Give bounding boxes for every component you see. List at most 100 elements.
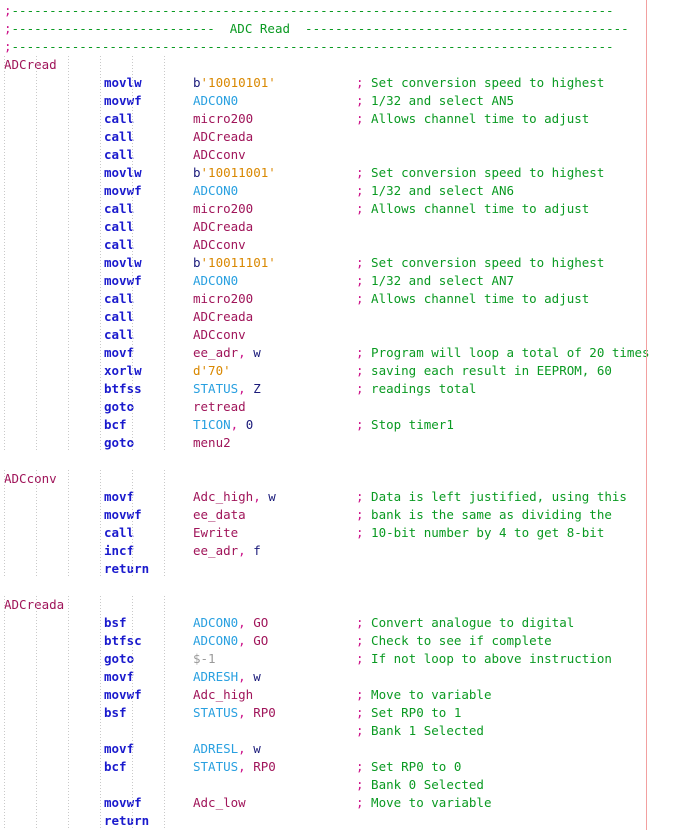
opcode[interactable]: bsf bbox=[104, 704, 127, 722]
opcode[interactable]: call bbox=[104, 236, 134, 254]
operand[interactable]: Adc_low bbox=[193, 794, 246, 812]
opcode[interactable]: call bbox=[104, 218, 134, 236]
inline-comment[interactable]: ; bank is the same as dividing the bbox=[356, 506, 612, 524]
code-line[interactable]: movf Adc_high, w ; Data is left justified,… bbox=[0, 488, 680, 506]
inline-comment[interactable]: ; Set RP0 to 0 bbox=[356, 758, 461, 776]
opcode[interactable]: return bbox=[104, 560, 149, 578]
inline-comment[interactable]: ; Program will loop a total of 20 times bbox=[356, 344, 650, 362]
operand[interactable]: ADCON0, GO bbox=[193, 632, 268, 650]
code-line[interactable]: ADCread bbox=[0, 56, 680, 74]
operand[interactable]: menu2 bbox=[193, 434, 231, 452]
code-line[interactable]: movlw b'10011101'; Set conversion speed t… bbox=[0, 254, 680, 272]
code-line[interactable]: movf ee_adr, w; Program will loop a total… bbox=[0, 344, 680, 362]
opcode[interactable]: goto bbox=[104, 434, 134, 452]
operand[interactable]: STATUS, Z bbox=[193, 380, 261, 398]
code-line[interactable]: movf ADRESL, w bbox=[0, 740, 680, 758]
opcode[interactable]: movwf bbox=[104, 182, 142, 200]
opcode[interactable]: movwf bbox=[104, 506, 142, 524]
inline-comment[interactable]: ; Data is left justified, using this bbox=[356, 488, 627, 506]
code-line[interactable]: ;--------------------------- ADC Read --… bbox=[0, 20, 680, 38]
routine-label[interactable]: ADCread bbox=[4, 56, 57, 74]
opcode[interactable]: call bbox=[104, 200, 134, 218]
code-line[interactable]: incf ee_adr, f bbox=[0, 542, 680, 560]
operand[interactable]: ADCON0, GO bbox=[193, 614, 268, 632]
inline-comment[interactable]: ; 10-bit number by 4 to get 8-bit bbox=[356, 524, 604, 542]
inline-comment[interactable]: ; Set conversion speed to highest bbox=[356, 254, 604, 272]
code-line[interactable]: ADCconv bbox=[0, 470, 680, 488]
opcode[interactable]: movf bbox=[104, 488, 134, 506]
code-lines-container[interactable]: ;---------------------------------------… bbox=[0, 0, 680, 830]
code-line[interactable]: movwf ADCON0; 1/32 and select AN5 bbox=[0, 92, 680, 110]
operand[interactable]: ADCconv bbox=[193, 236, 246, 254]
inline-comment[interactable]: ; Allows channel time to adjust bbox=[356, 110, 589, 128]
inline-comment[interactable]: ; 1/32 and select AN5 bbox=[356, 92, 514, 110]
code-line[interactable]: ; Bank 1 Selected bbox=[0, 722, 680, 740]
opcode[interactable]: movf bbox=[104, 740, 134, 758]
code-line[interactable]: ;---------------------------------------… bbox=[0, 38, 680, 56]
inline-comment[interactable]: ; Convert analogue to digital bbox=[356, 614, 574, 632]
code-line[interactable]: ;---------------------------------------… bbox=[0, 2, 680, 20]
inline-comment[interactable]: ; Set conversion speed to highest bbox=[356, 164, 604, 182]
opcode[interactable]: movf bbox=[104, 344, 134, 362]
inline-comment[interactable]: ; Move to variable bbox=[356, 794, 491, 812]
operand[interactable]: ADCreada bbox=[193, 308, 253, 326]
code-line[interactable]: goto $-1; If not loop to above instructio… bbox=[0, 650, 680, 668]
operand[interactable]: d'70' bbox=[193, 362, 231, 380]
opcode[interactable]: call bbox=[104, 128, 134, 146]
operand[interactable]: micro200 bbox=[193, 110, 253, 128]
operand[interactable]: ADCON0 bbox=[193, 92, 238, 110]
code-line[interactable]: call ADCreada bbox=[0, 218, 680, 236]
routine-label[interactable]: ADCconv bbox=[4, 470, 57, 488]
operand[interactable]: $-1 bbox=[193, 650, 216, 668]
opcode[interactable]: btfsc bbox=[104, 632, 142, 650]
operand[interactable]: Ewrite bbox=[193, 524, 238, 542]
code-line[interactable]: call ADCreada bbox=[0, 308, 680, 326]
operand[interactable]: b'10011101' bbox=[193, 254, 276, 272]
inline-comment[interactable]: ; readings total bbox=[356, 380, 476, 398]
operand[interactable]: micro200 bbox=[193, 290, 253, 308]
inline-comment[interactable]: ; 1/32 and select AN6 bbox=[356, 182, 514, 200]
routine-label[interactable]: ADCreada bbox=[4, 596, 64, 614]
inline-comment[interactable]: ; Bank 0 Selected bbox=[356, 776, 484, 794]
inline-comment[interactable]: ; Allows channel time to adjust bbox=[356, 290, 589, 308]
code-line[interactable]: bsf ADCON0, GO ; Convert analogue to digit… bbox=[0, 614, 680, 632]
code-line[interactable]: xorlw d'70' ; saving each result in EEPROM… bbox=[0, 362, 680, 380]
opcode[interactable]: call bbox=[104, 146, 134, 164]
operand[interactable]: Adc_high, w bbox=[193, 488, 276, 506]
opcode[interactable]: movwf bbox=[104, 686, 142, 704]
operand[interactable]: ADCconv bbox=[193, 326, 246, 344]
code-line[interactable]: movlw b'10010101'; Set conversion speed t… bbox=[0, 74, 680, 92]
code-line[interactable]: call micro200 ; Allows channel time to adj… bbox=[0, 110, 680, 128]
opcode[interactable]: bsf bbox=[104, 614, 127, 632]
opcode[interactable]: movwf bbox=[104, 794, 142, 812]
code-line[interactable]: call micro200; Allows channel time to adj… bbox=[0, 200, 680, 218]
code-line[interactable]: call micro200; Allows channel time to adj… bbox=[0, 290, 680, 308]
opcode[interactable]: bcf bbox=[104, 416, 127, 434]
operand[interactable]: ADCON0 bbox=[193, 182, 238, 200]
opcode[interactable]: incf bbox=[104, 542, 134, 560]
operand[interactable]: ADCreada bbox=[193, 218, 253, 236]
operand[interactable]: b'10011001' bbox=[193, 164, 276, 182]
code-line[interactable]: call ADCconv bbox=[0, 236, 680, 254]
operand[interactable]: retread bbox=[193, 398, 246, 416]
code-line[interactable]: bcf T1CON, 0 ; Stop timer1 bbox=[0, 416, 680, 434]
code-line[interactable]: call ADCconv bbox=[0, 326, 680, 344]
operand[interactable]: T1CON, 0 bbox=[193, 416, 253, 434]
code-line[interactable]: movwf ADCON0 ; 1/32 and select AN6 bbox=[0, 182, 680, 200]
opcode[interactable]: bcf bbox=[104, 758, 127, 776]
opcode[interactable]: call bbox=[104, 326, 134, 344]
operand[interactable]: ADCconv bbox=[193, 146, 246, 164]
opcode[interactable]: call bbox=[104, 110, 134, 128]
inline-comment[interactable]: ; saving each result in EEPROM, 60 bbox=[356, 362, 612, 380]
opcode[interactable]: goto bbox=[104, 650, 134, 668]
operand[interactable]: STATUS, RP0 bbox=[193, 758, 276, 776]
opcode[interactable]: movlw bbox=[104, 74, 142, 92]
opcode[interactable]: return bbox=[104, 812, 149, 830]
operand[interactable]: ADRESH, w bbox=[193, 668, 261, 686]
opcode[interactable]: goto bbox=[104, 398, 134, 416]
code-line[interactable]: goto retread bbox=[0, 398, 680, 416]
operand[interactable]: Adc_high bbox=[193, 686, 253, 704]
inline-comment[interactable]: ; Stop timer1 bbox=[356, 416, 454, 434]
opcode[interactable]: xorlw bbox=[104, 362, 142, 380]
opcode[interactable]: call bbox=[104, 524, 134, 542]
